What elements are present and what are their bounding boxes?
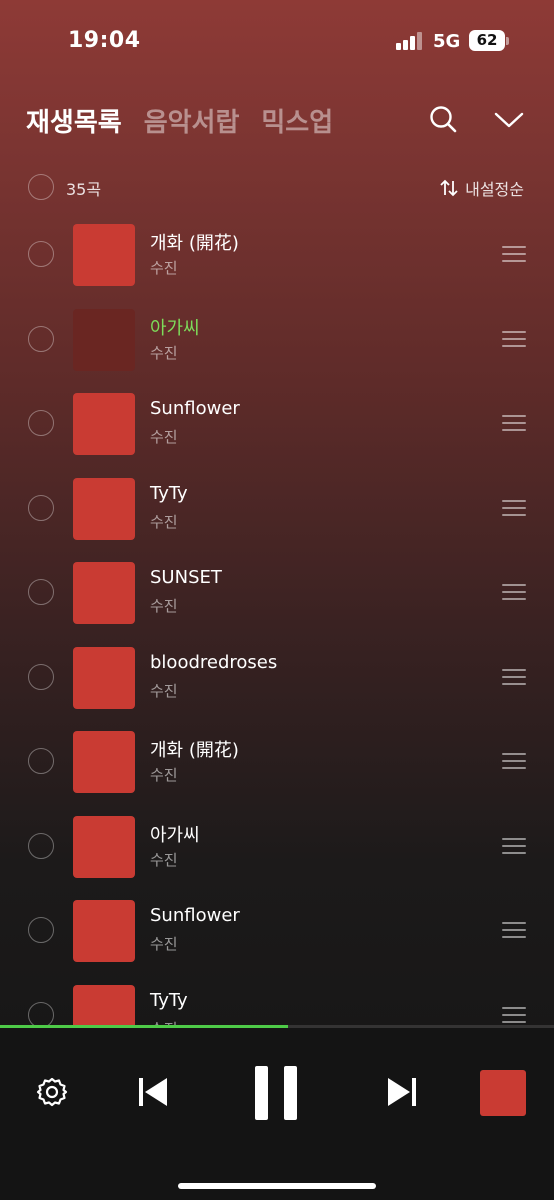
track-row[interactable]: SUNSET 수진 bbox=[0, 550, 554, 634]
sort-arrows-icon bbox=[440, 179, 458, 197]
drag-handle-icon[interactable] bbox=[502, 584, 526, 600]
track-checkbox[interactable] bbox=[28, 917, 54, 943]
network-type: 5G bbox=[433, 31, 461, 52]
pause-icon[interactable] bbox=[252, 1063, 302, 1127]
track-title: 아가씨 bbox=[150, 318, 200, 339]
drag-handle-icon[interactable] bbox=[502, 838, 526, 854]
album-cover bbox=[73, 647, 135, 709]
drag-handle-icon[interactable] bbox=[502, 753, 526, 769]
track-row[interactable]: 개화 (開花) 수진 bbox=[0, 212, 554, 296]
track-checkbox[interactable] bbox=[28, 241, 54, 267]
track-title: Sunflower bbox=[150, 905, 240, 926]
track-row[interactable]: 아가씨 수진 bbox=[0, 804, 554, 888]
status-bar: 19:04 5G 62 bbox=[0, 0, 554, 80]
tab-music-drawer[interactable]: 음악서랍 bbox=[144, 102, 240, 139]
status-time: 19:04 bbox=[68, 28, 141, 53]
chevron-down-icon[interactable] bbox=[491, 101, 527, 137]
drag-handle-icon[interactable] bbox=[502, 246, 526, 262]
album-cover bbox=[73, 900, 135, 962]
drag-handle-icon[interactable] bbox=[502, 500, 526, 516]
select-all-checkbox[interactable] bbox=[28, 174, 54, 200]
track-checkbox[interactable] bbox=[28, 833, 54, 859]
album-cover bbox=[73, 731, 135, 793]
album-cover bbox=[73, 562, 135, 624]
track-artist: 수진 bbox=[150, 851, 178, 869]
track-artist: 수진 bbox=[150, 935, 178, 953]
track-title: Sunflower bbox=[150, 398, 240, 419]
drag-handle-icon[interactable] bbox=[502, 1007, 526, 1023]
drag-handle-icon[interactable] bbox=[502, 415, 526, 431]
album-cover bbox=[73, 393, 135, 455]
mini-player bbox=[0, 1028, 554, 1200]
track-row[interactable]: TyTy 수진 bbox=[0, 466, 554, 550]
gear-icon[interactable] bbox=[35, 1075, 69, 1113]
battery-cap bbox=[506, 37, 509, 45]
skip-previous-icon[interactable] bbox=[135, 1075, 171, 1113]
track-checkbox[interactable] bbox=[28, 326, 54, 352]
track-title: TyTy bbox=[150, 483, 188, 504]
skip-next-icon[interactable] bbox=[384, 1075, 420, 1113]
home-indicator bbox=[178, 1183, 376, 1189]
track-title: 개화 (開花) bbox=[150, 740, 239, 761]
album-cover bbox=[73, 224, 135, 286]
track-artist: 수진 bbox=[150, 513, 178, 531]
track-artist: 수진 bbox=[150, 259, 178, 277]
album-cover bbox=[73, 478, 135, 540]
track-artist: 수진 bbox=[150, 597, 178, 615]
drag-handle-icon[interactable] bbox=[502, 922, 526, 938]
list-header: 35곡 내설정순 bbox=[0, 172, 554, 202]
sort-label: 내설정순 bbox=[465, 180, 524, 199]
drag-handle-icon[interactable] bbox=[502, 669, 526, 685]
search-icon[interactable] bbox=[425, 101, 461, 137]
track-checkbox[interactable] bbox=[28, 495, 54, 521]
track-checkbox[interactable] bbox=[28, 579, 54, 605]
cellular-signal-icon bbox=[396, 32, 424, 50]
track-row[interactable]: Sunflower 수진 bbox=[0, 381, 554, 465]
track-row[interactable]: bloodredroses 수진 bbox=[0, 635, 554, 719]
track-title: bloodredroses bbox=[150, 652, 278, 673]
track-checkbox[interactable] bbox=[28, 410, 54, 436]
track-artist: 수진 bbox=[150, 682, 178, 700]
drag-handle-icon[interactable] bbox=[502, 331, 526, 347]
track-artist: 수진 bbox=[150, 766, 178, 784]
battery-icon: 62 bbox=[469, 30, 505, 51]
sort-button[interactable]: 내설정순 bbox=[439, 176, 524, 200]
track-checkbox[interactable] bbox=[28, 664, 54, 690]
now-playing-cover[interactable] bbox=[480, 1070, 526, 1116]
album-cover bbox=[73, 816, 135, 878]
track-artist: 수진 bbox=[150, 344, 178, 362]
track-title: 개화 (開花) bbox=[150, 233, 239, 254]
track-row-playing[interactable]: 아가씨 수진 bbox=[0, 297, 554, 381]
track-title: SUNSET bbox=[150, 567, 222, 588]
track-artist: 수진 bbox=[150, 428, 178, 446]
track-title: 아가씨 bbox=[150, 825, 200, 846]
tab-playlist[interactable]: 재생목록 bbox=[26, 102, 122, 139]
top-tabs: 재생목록 음악서랍 믹스업 bbox=[26, 100, 355, 140]
tab-mixup[interactable]: 믹스업 bbox=[261, 102, 333, 139]
album-cover bbox=[73, 309, 135, 371]
track-count: 35곡 bbox=[66, 180, 102, 199]
track-row[interactable]: Sunflower 수진 bbox=[0, 888, 554, 972]
track-checkbox[interactable] bbox=[28, 748, 54, 774]
track-title: TyTy bbox=[150, 990, 188, 1011]
track-row[interactable]: 개화 (開花) 수진 bbox=[0, 719, 554, 803]
